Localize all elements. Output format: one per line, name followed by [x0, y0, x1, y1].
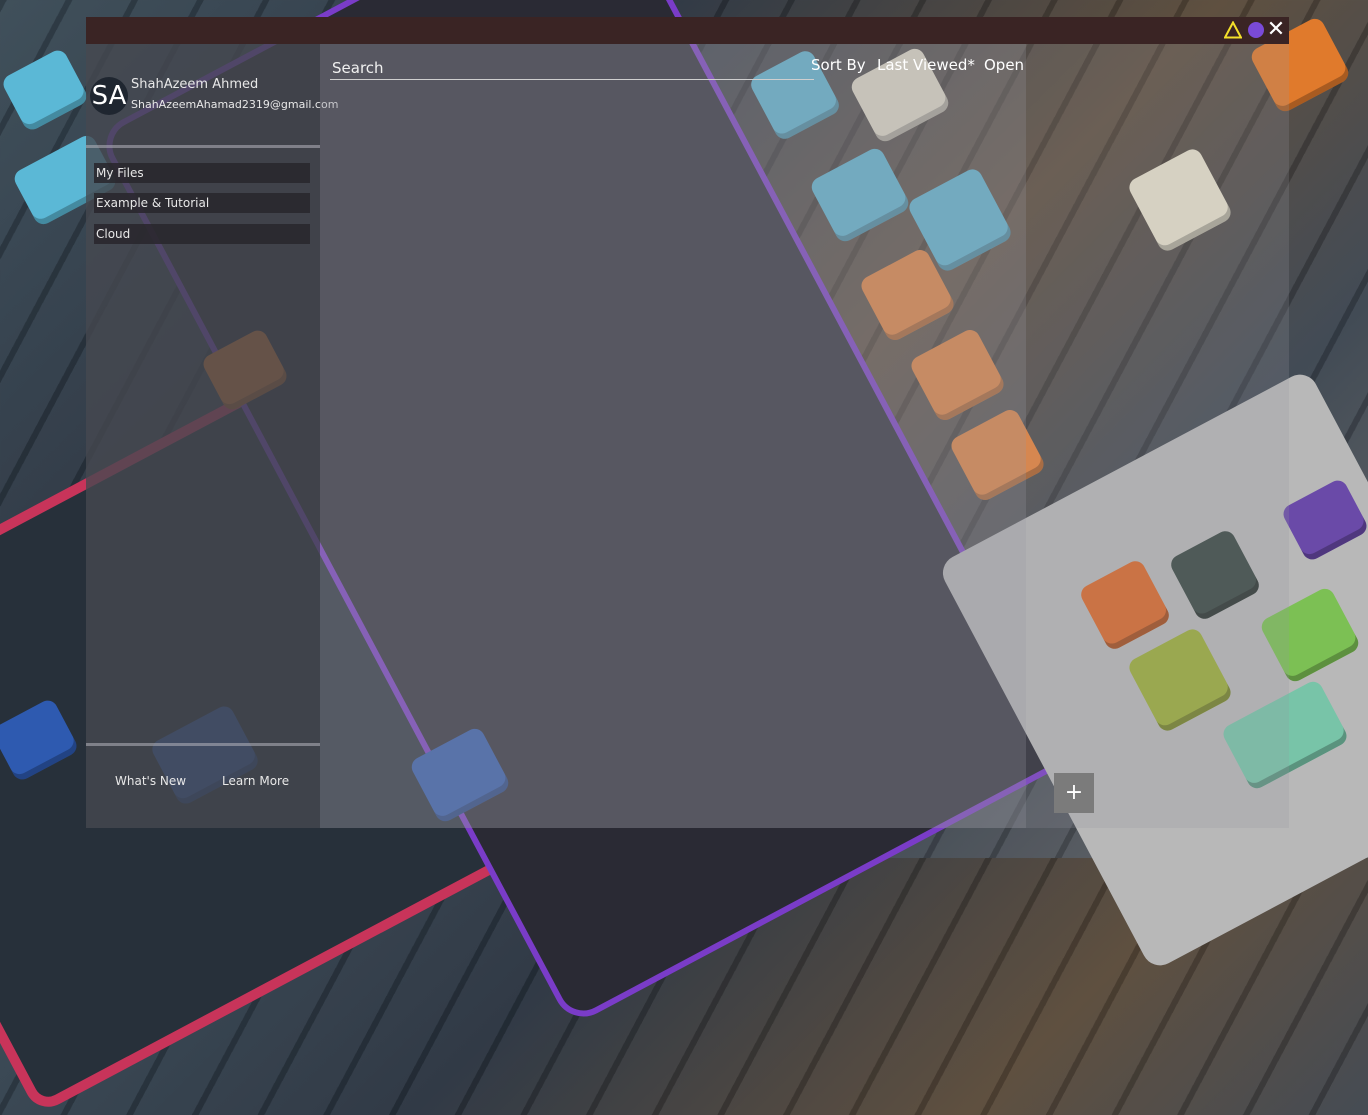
sidebar-item-my-files[interactable]: My Files — [94, 163, 310, 183]
sidebar: SA ShahAzeem Ahmed ShahAzeemAhamad2319@g… — [86, 44, 338, 828]
sort-by-dropdown[interactable]: Last Viewed* — [877, 56, 975, 74]
add-button[interactable]: + — [1054, 773, 1094, 813]
learn-more-link[interactable]: Learn More — [222, 774, 289, 788]
warning-triangle-icon[interactable] — [1224, 21, 1242, 39]
user-profile: SA ShahAzeem Ahmed ShahAzeemAhamad2319@g… — [86, 44, 338, 144]
wallpaper-key — [0, 47, 90, 133]
sidebar-item-cloud[interactable]: Cloud — [94, 224, 310, 244]
sidebar-divider — [86, 145, 320, 148]
whats-new-link[interactable]: What's New — [115, 774, 186, 788]
circle-icon[interactable] — [1248, 22, 1264, 38]
sidebar-footer-divider — [86, 743, 320, 746]
user-name: ShahAzeem Ahmed — [131, 77, 259, 92]
app-window: ✕ SA ShahAzeem Ahmed ShahAzeemAhamad2319… — [86, 17, 1289, 828]
open-button[interactable]: Open — [984, 56, 1024, 74]
title-bar: ✕ — [86, 17, 1289, 44]
details-panel: + — [1026, 44, 1289, 828]
user-email: ShahAzeemAhamad2319@gmail.com — [131, 98, 339, 111]
sort-by-label: Sort By — [811, 56, 866, 74]
close-icon[interactable]: ✕ — [1266, 17, 1286, 43]
search-input[interactable] — [330, 57, 814, 80]
sidebar-item-example-tutorial[interactable]: Example & Tutorial — [94, 193, 310, 213]
avatar: SA — [90, 77, 128, 115]
file-browser-panel: Sort By Last Viewed* Open — [320, 44, 1026, 828]
